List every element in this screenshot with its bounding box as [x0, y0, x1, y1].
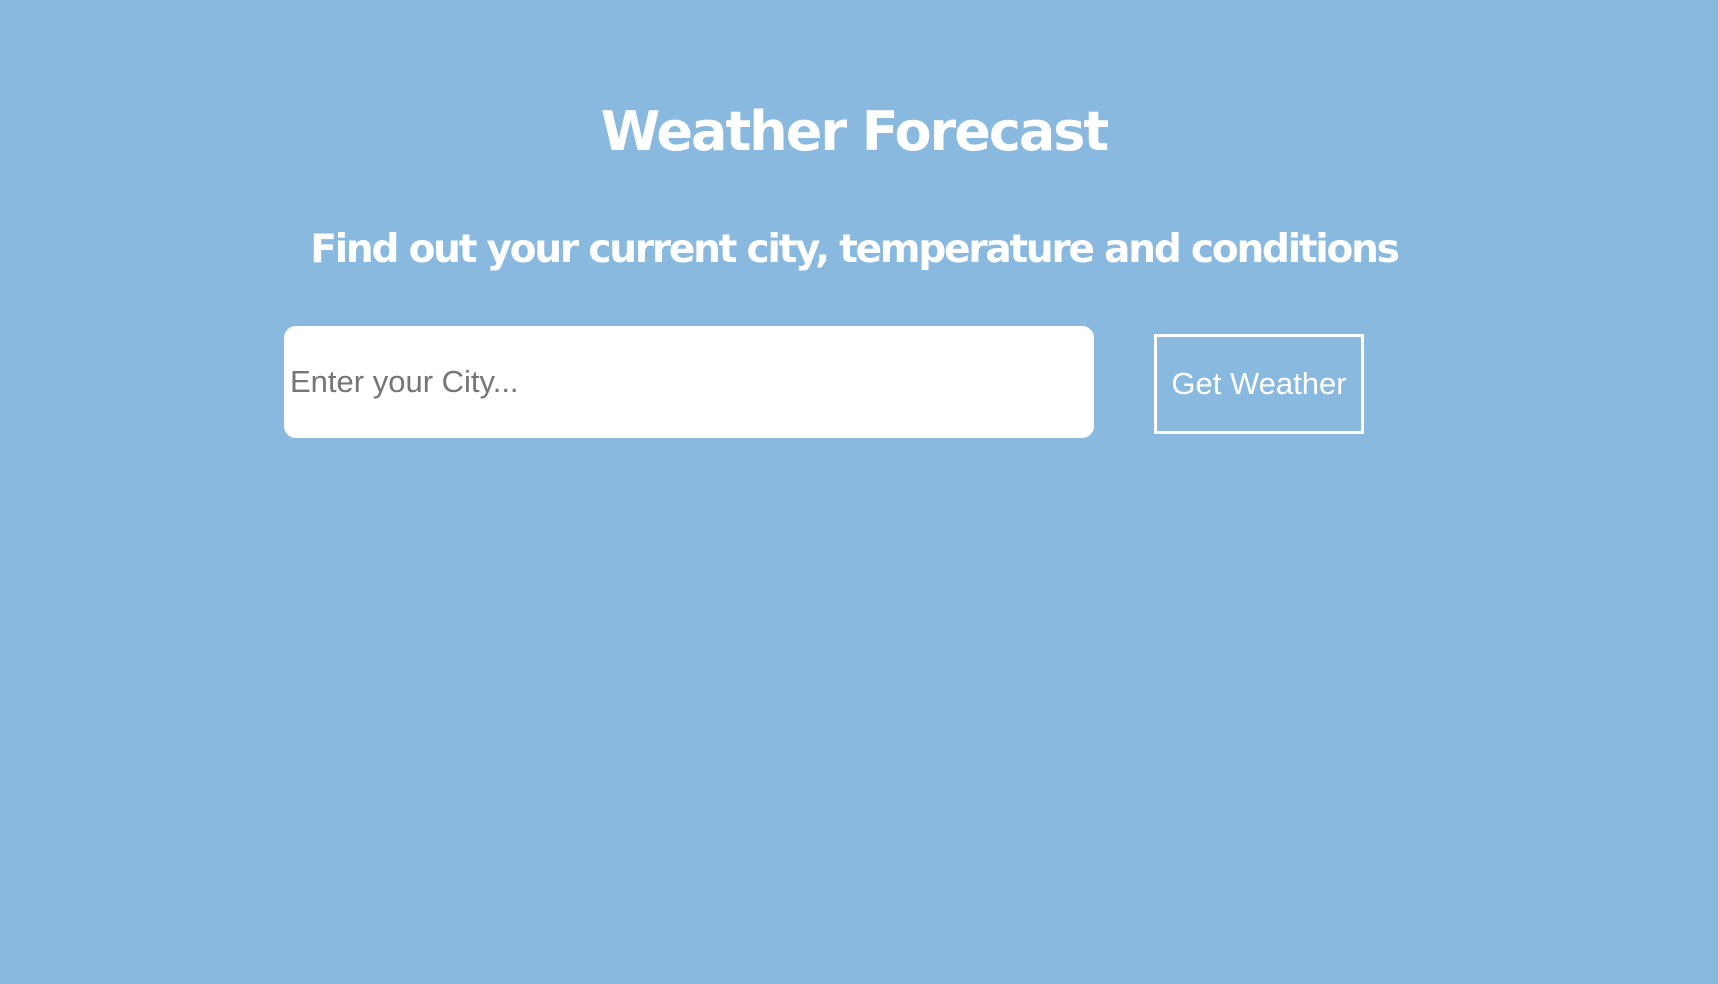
- page-title: Weather Forecast: [600, 100, 1109, 163]
- weather-app-page: { "header": { "title": "Weather Forecast…: [0, 0, 1718, 984]
- city-input[interactable]: [284, 326, 1094, 438]
- get-weather-button[interactable]: Get Weather: [1154, 334, 1364, 434]
- city-search-form: Get Weather: [284, 326, 1364, 438]
- page-subtitle: Find out your current city, temperature …: [310, 227, 1400, 272]
